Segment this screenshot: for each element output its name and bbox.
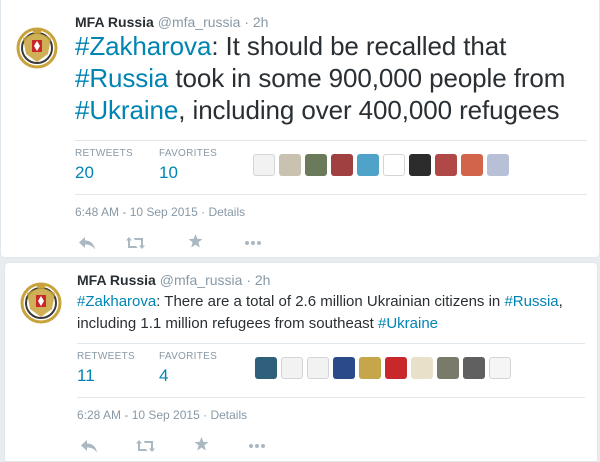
- favoriter-avatar[interactable]: [305, 154, 327, 176]
- favorites-count[interactable]: 4: [159, 365, 217, 387]
- separator-dot: ·: [244, 14, 249, 30]
- details-link[interactable]: Details: [208, 205, 245, 219]
- hashtag-link[interactable]: #Russia: [504, 293, 558, 310]
- more-button[interactable]: [243, 235, 263, 251]
- favoriter-avatar[interactable]: [411, 357, 433, 379]
- tweet[interactable]: MFA Russia @mfa_russia · 2h #Zakharova: …: [0, 0, 600, 258]
- favoriter-avatar[interactable]: [279, 154, 301, 176]
- tweet-text-segment: took in some 900,000 people from: [168, 63, 566, 93]
- favoriter-avatar[interactable]: [463, 357, 485, 379]
- account-handle[interactable]: @mfa_russia: [160, 272, 243, 288]
- divider: [77, 397, 585, 398]
- separator-dot: ·: [203, 408, 208, 422]
- tweet-meta: 6:48 AM - 10 Sep 2015 · Details: [75, 205, 245, 219]
- favoriter-avatar[interactable]: [333, 357, 355, 379]
- hashtag-link[interactable]: #Russia: [75, 63, 168, 93]
- favoriter-avatar[interactable]: [385, 357, 407, 379]
- tweet-timestamp[interactable]: 6:48 AM - 10 Sep 2015: [75, 205, 198, 219]
- avatar[interactable]: [17, 277, 65, 325]
- favoriter-avatar[interactable]: [359, 357, 381, 379]
- reply-button[interactable]: [77, 235, 97, 251]
- reply-icon: [79, 236, 95, 249]
- details-link[interactable]: Details: [210, 408, 247, 422]
- favoriter-avatar[interactable]: [437, 357, 459, 379]
- reply-button[interactable]: [79, 438, 99, 454]
- tweet-text-segment: : It should be recalled that: [211, 31, 507, 61]
- tweet-timestamp[interactable]: 6:28 AM - 10 Sep 2015: [77, 408, 200, 422]
- more-button[interactable]: [247, 438, 267, 454]
- retweets-count[interactable]: 20: [75, 162, 133, 184]
- retweet-button[interactable]: [135, 438, 155, 454]
- retweets-label: RETWEETS: [75, 148, 133, 159]
- favoriter-avatar[interactable]: [461, 154, 483, 176]
- hashtag-link[interactable]: #Zakharova: [75, 31, 211, 61]
- mfa-emblem-icon: [16, 27, 58, 69]
- favorites-stat[interactable]: FAVORITES 10: [159, 148, 217, 184]
- favorites-stat[interactable]: FAVORITES 4: [159, 351, 217, 387]
- favoriter-avatar[interactable]: [357, 154, 379, 176]
- favorites-label: FAVORITES: [159, 148, 218, 159]
- more-dots-icon: [249, 444, 265, 448]
- account-handle[interactable]: @mfa_russia: [158, 14, 241, 30]
- retweet-icon: [135, 440, 155, 452]
- tweet-meta: 6:28 AM - 10 Sep 2015 · Details: [77, 408, 247, 422]
- retweets-stat[interactable]: RETWEETS 20: [75, 148, 133, 184]
- favorites-count[interactable]: 10: [159, 162, 217, 184]
- tweet-text: #Zakharova: There are a total of 2.6 mil…: [77, 291, 592, 335]
- tweet-time[interactable]: 2h: [253, 14, 269, 30]
- separator-dot: ·: [201, 205, 206, 219]
- favoriter-avatar[interactable]: [331, 154, 353, 176]
- favoriter-avatar[interactable]: [489, 357, 511, 379]
- tweet-text: #Zakharova: It should be recalled that #…: [75, 30, 595, 126]
- more-dots-icon: [245, 241, 261, 245]
- retweet-button[interactable]: [125, 235, 145, 251]
- retweets-count[interactable]: 11: [77, 365, 135, 387]
- tweet-text-segment: , including over 400,000 refugees: [178, 95, 560, 125]
- favorite-star-icon: [188, 234, 202, 248]
- retweet-icon: [125, 237, 145, 249]
- favoriter-avatars: [253, 154, 509, 176]
- retweets-label: RETWEETS: [77, 351, 135, 362]
- tweet-header: MFA Russia @mfa_russia · 2h: [75, 13, 268, 31]
- divider: [77, 343, 585, 344]
- favorites-label: FAVORITES: [159, 351, 218, 362]
- favorite-button[interactable]: [191, 436, 211, 452]
- divider: [75, 194, 587, 195]
- avatar[interactable]: [13, 22, 61, 70]
- hashtag-link[interactable]: #Zakharova: [77, 293, 156, 310]
- account-fullname[interactable]: MFA Russia: [77, 272, 156, 288]
- mfa-emblem-icon: [20, 282, 62, 324]
- hashtag-link[interactable]: #Ukraine: [75, 95, 178, 125]
- tweet-time[interactable]: 2h: [255, 272, 271, 288]
- reply-icon: [81, 439, 97, 452]
- favoriter-avatar[interactable]: [255, 357, 277, 379]
- favoriter-avatar[interactable]: [307, 357, 329, 379]
- tweet[interactable]: MFA Russia @mfa_russia · 2h #Zakharova: …: [4, 262, 598, 462]
- retweets-stat[interactable]: RETWEETS 11: [77, 351, 135, 387]
- favoriter-avatar[interactable]: [253, 154, 275, 176]
- favoriter-avatar[interactable]: [409, 154, 431, 176]
- favoriter-avatar[interactable]: [383, 154, 405, 176]
- favoriter-avatar[interactable]: [487, 154, 509, 176]
- divider: [75, 140, 587, 141]
- favoriter-avatars: [255, 357, 511, 379]
- favoriter-avatar[interactable]: [435, 154, 457, 176]
- hashtag-link[interactable]: #Ukraine: [378, 315, 438, 332]
- tweet-header: MFA Russia @mfa_russia · 2h: [77, 271, 270, 289]
- tweet-text-segment: : There are a total of 2.6 million Ukrai…: [156, 293, 505, 310]
- separator-dot: ·: [246, 272, 251, 288]
- favorite-button[interactable]: [185, 233, 205, 249]
- account-fullname[interactable]: MFA Russia: [75, 14, 154, 30]
- favoriter-avatar[interactable]: [281, 357, 303, 379]
- favorite-star-icon: [194, 437, 208, 451]
